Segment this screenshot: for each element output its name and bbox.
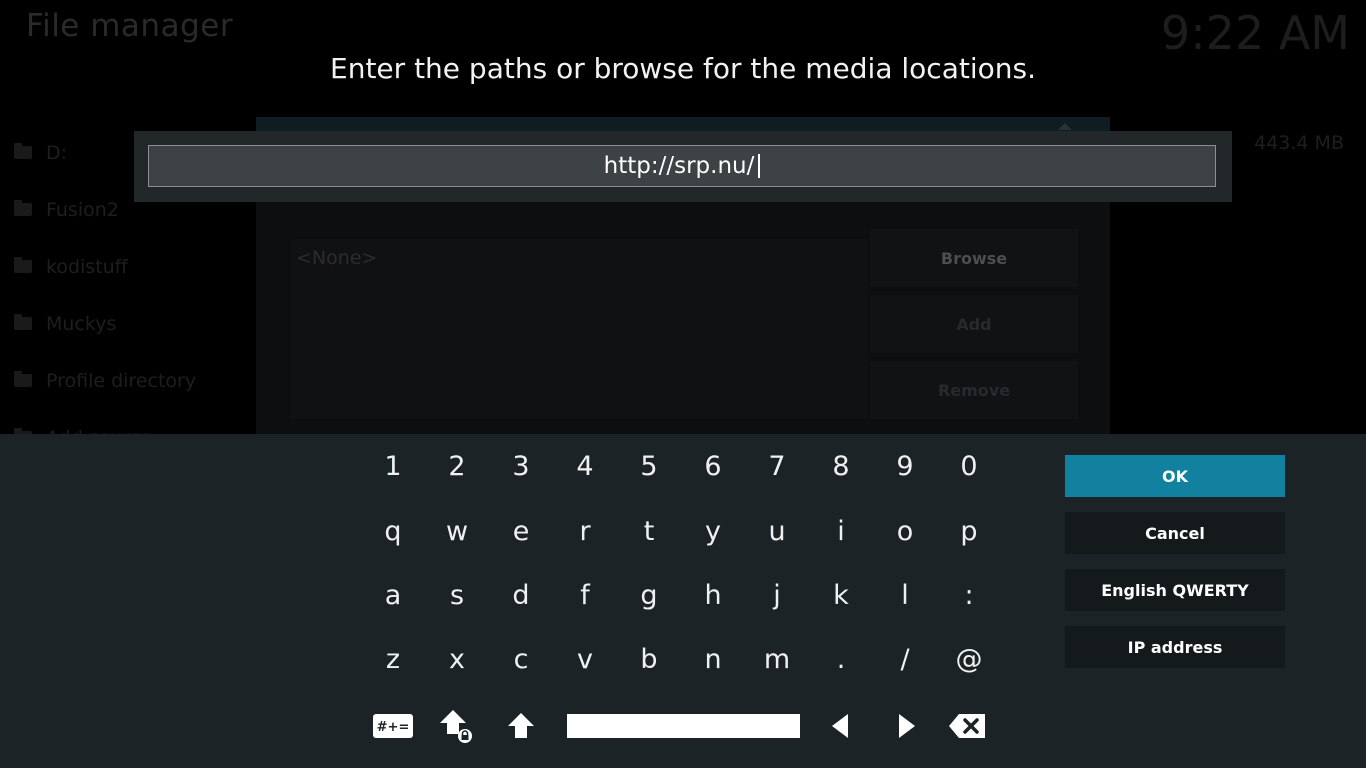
key-w[interactable]: w — [429, 503, 485, 559]
key-n[interactable]: n — [685, 631, 741, 687]
key-6[interactable]: 6 — [685, 438, 741, 494]
key-slash[interactable]: / — [877, 631, 933, 687]
remove-button: Remove — [870, 361, 1078, 419]
key-7[interactable]: 7 — [749, 438, 805, 494]
key-g[interactable]: g — [621, 567, 677, 623]
key-1[interactable]: 1 — [365, 438, 421, 494]
folder-label: Fusion2 — [46, 198, 119, 221]
page-title: File manager — [26, 8, 234, 44]
folder-item: kodistuff — [14, 238, 254, 295]
cancel-button[interactable]: Cancel — [1065, 512, 1285, 554]
caps-lock-key[interactable] — [429, 698, 485, 754]
key-p[interactable]: p — [941, 503, 997, 559]
svg-text:#+=: #+= — [377, 720, 410, 735]
path-input[interactable]: http://srp.nu/ — [148, 145, 1216, 187]
ok-button[interactable]: OK — [1065, 455, 1285, 497]
folder-item: Profile directory — [14, 352, 254, 409]
ip-address-button[interactable]: IP address — [1065, 626, 1285, 668]
key-t[interactable]: t — [621, 503, 677, 559]
folder-icon — [14, 143, 32, 159]
folder-label: Profile directory — [46, 369, 197, 392]
key-0[interactable]: 0 — [941, 438, 997, 494]
key-l[interactable]: l — [877, 567, 933, 623]
key-h[interactable]: h — [685, 567, 741, 623]
folder-icon — [14, 371, 32, 387]
key-c[interactable]: c — [493, 631, 549, 687]
key-d[interactable]: d — [493, 567, 549, 623]
shift-key[interactable] — [493, 698, 549, 754]
key-2[interactable]: 2 — [429, 438, 485, 494]
path-input-text: http://srp.nu/ — [603, 153, 755, 179]
key-a[interactable]: a — [365, 567, 421, 623]
key-period[interactable]: . — [813, 631, 869, 687]
free-space-label: 443.4 MB — [1254, 132, 1344, 154]
backspace-key[interactable] — [939, 698, 995, 754]
key-u[interactable]: u — [749, 503, 805, 559]
key-at[interactable]: @ — [941, 631, 997, 687]
empty-list-label: <None> — [296, 247, 378, 269]
key-m[interactable]: m — [749, 631, 805, 687]
folder-icon — [14, 257, 32, 273]
input-panel: http://srp.nu/ — [134, 131, 1232, 202]
key-j[interactable]: j — [749, 567, 805, 623]
source-path-list: <None> — [290, 239, 868, 419]
key-k[interactable]: k — [813, 567, 869, 623]
key-4[interactable]: 4 — [557, 438, 613, 494]
key-z[interactable]: z — [365, 631, 421, 687]
shift-icon — [508, 713, 534, 738]
key-q[interactable]: q — [365, 503, 421, 559]
symbols-key[interactable]: #+= — [365, 698, 421, 754]
key-x[interactable]: x — [429, 631, 485, 687]
backspace-icon — [949, 714, 985, 738]
key-r[interactable]: r — [557, 503, 613, 559]
key-9[interactable]: 9 — [877, 438, 933, 494]
key-f[interactable]: f — [557, 567, 613, 623]
symbols-icon: #+= — [373, 714, 413, 738]
key-e[interactable]: e — [493, 503, 549, 559]
arrow-right-icon — [899, 714, 915, 738]
add-button: Add — [870, 295, 1078, 353]
key-i[interactable]: i — [813, 503, 869, 559]
key-5[interactable]: 5 — [621, 438, 677, 494]
key-y[interactable]: y — [685, 503, 741, 559]
key-b[interactable]: b — [621, 631, 677, 687]
text-cursor — [758, 154, 761, 178]
caret-up-icon — [1058, 123, 1072, 130]
dialog-header-bar — [256, 117, 1110, 131]
key-colon[interactable]: : — [941, 567, 997, 623]
cursor-right-key[interactable] — [879, 698, 935, 754]
folder-item: Muckys — [14, 295, 254, 352]
folder-label: Muckys — [46, 312, 117, 335]
folder-icon — [14, 314, 32, 330]
key-3[interactable]: 3 — [493, 438, 549, 494]
keyboard-heading: Enter the paths or browse for the media … — [330, 52, 1036, 85]
key-8[interactable]: 8 — [813, 438, 869, 494]
key-o[interactable]: o — [877, 503, 933, 559]
folder-label: D: — [46, 141, 68, 164]
keyboard-layout-button[interactable]: English QWERTY — [1065, 569, 1285, 611]
caps-lock-icon — [440, 710, 472, 743]
folder-icon — [14, 200, 32, 216]
cursor-left-key[interactable] — [812, 698, 868, 754]
key-s[interactable]: s — [429, 567, 485, 623]
folder-label: kodistuff — [46, 255, 128, 278]
on-screen-keyboard: 1 2 3 4 5 6 7 8 9 0 q w e r t y u i o p … — [0, 434, 1366, 768]
arrow-left-icon — [832, 714, 848, 738]
key-v[interactable]: v — [557, 631, 613, 687]
space-bar[interactable] — [567, 714, 800, 738]
browse-button: Browse — [870, 229, 1078, 287]
